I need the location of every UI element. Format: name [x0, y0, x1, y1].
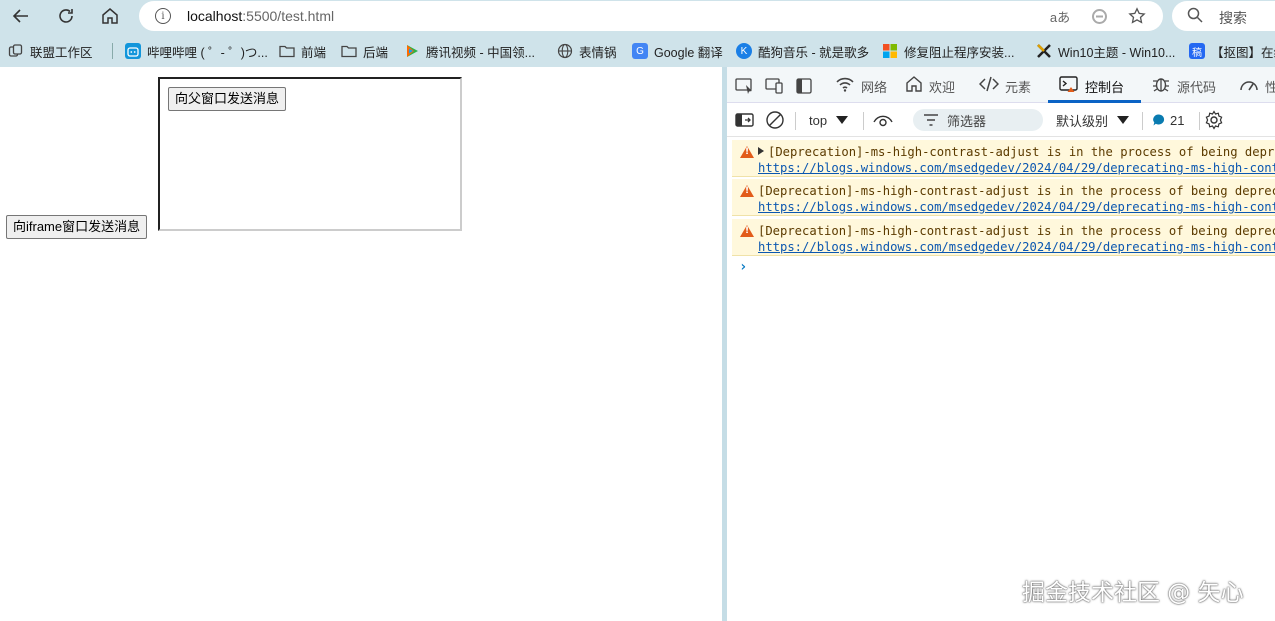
- warning-text: [Deprecation]-ms-high-contrast-adjust is…: [758, 224, 1275, 238]
- microsoft-icon: [882, 43, 898, 59]
- url-text[interactable]: localhost:5500/test.html: [187, 8, 334, 24]
- bookmark-folder-backend[interactable]: 后端: [341, 42, 388, 60]
- console-icon: [1059, 75, 1079, 97]
- console-output: [Deprecation]-ms-high-contrast-adjust is…: [727, 138, 1275, 621]
- dropdown-caret-icon: [836, 116, 849, 124]
- inspect-icon[interactable]: [735, 75, 755, 97]
- bookmark-bilibili[interactable]: 哔哩哔哩 ( ゜- ゜)つ...: [125, 42, 268, 60]
- warning-text: [Deprecation]-ms-high-contrast-adjust is…: [768, 145, 1275, 159]
- tab-network[interactable]: 网络: [835, 75, 887, 97]
- expand-arrow-icon[interactable]: [758, 147, 764, 155]
- bookmarks-divider: [112, 43, 113, 59]
- bookmark-win10-theme[interactable]: Win10主题 - Win10...: [1036, 42, 1175, 60]
- issue-bubble-icon: [1153, 114, 1165, 126]
- bilibili-icon: [125, 43, 141, 59]
- tab-elements[interactable]: 元素: [978, 75, 1031, 97]
- console-settings-gear-icon[interactable]: [1204, 110, 1224, 130]
- warning-icon: [740, 185, 754, 197]
- watermark: 掘金技术社区 @ 矢心: [1022, 580, 1244, 606]
- bookmarks-bar: 联盟工作区 哔哩哔哩 ( ゜- ゜)つ... 前端 后端 腾讯视频 - 中国领.…: [0, 33, 1275, 67]
- bookmark-tencent-video[interactable]: 腾讯视频 - 中国领...: [404, 42, 535, 60]
- toolbar-divider: [795, 112, 796, 130]
- bookmark-kugou[interactable]: K 酷狗音乐 - 就是歌多: [736, 42, 869, 60]
- bookmark-biaoqingguo[interactable]: 表情锅: [557, 42, 617, 60]
- bookmark-koutu[interactable]: 稿【抠图】在线: [1189, 42, 1275, 60]
- performance-icon: [1239, 76, 1259, 96]
- tab-sources[interactable]: 源代码: [1151, 75, 1216, 97]
- address-bar[interactable]: i localhost:5500/test.html aあ: [139, 1, 1163, 31]
- search-placeholder: 搜索: [1219, 10, 1247, 26]
- log-level-dropdown[interactable]: 默认级别: [1056, 110, 1130, 130]
- warning-link[interactable]: https://blogs.windows.com/msedgedev/2024…: [758, 200, 1275, 214]
- clear-console-icon[interactable]: [765, 110, 785, 130]
- send-to-parent-button[interactable]: 向父窗口发送消息: [168, 87, 287, 111]
- favorite-star-icon[interactable]: [1127, 6, 1147, 26]
- console-warning-message[interactable]: [Deprecation]-ms-high-contrast-adjust is…: [732, 179, 1275, 216]
- bookmark-workspaces[interactable]: 联盟工作区: [8, 42, 93, 60]
- bookmark-folder-frontend[interactable]: 前端: [279, 42, 326, 60]
- home-icon[interactable]: [97, 3, 123, 29]
- google-translate-icon: G: [632, 43, 648, 59]
- warning-icon: [740, 225, 754, 237]
- koutu-icon: 稿: [1189, 43, 1205, 59]
- send-to-iframe-button[interactable]: 向iframe窗口发送消息: [6, 215, 148, 239]
- devtools-tab-bar: 网络 欢迎 元素 控制台 源代码 性: [727, 67, 1275, 103]
- active-tab-indicator: [1048, 100, 1141, 103]
- issues-counter[interactable]: 21: [1152, 110, 1184, 130]
- toolbar-divider: [863, 112, 864, 130]
- win10-theme-icon: [1036, 43, 1052, 59]
- sidebar-toggle-icon[interactable]: [735, 110, 755, 130]
- tab-performance[interactable]: 性: [1239, 75, 1275, 97]
- home-icon: [905, 75, 923, 97]
- page-content: 向iframe窗口发送消息 向父窗口发送消息: [0, 67, 722, 621]
- folder-icon: [279, 43, 295, 59]
- back-icon[interactable]: [8, 3, 34, 29]
- site-info-icon[interactable]: i: [155, 8, 171, 24]
- warning-icon: [740, 146, 754, 158]
- console-warning-message[interactable]: [Deprecation]-ms-high-contrast-adjust is…: [732, 140, 1275, 177]
- tab-welcome[interactable]: 欢迎: [905, 75, 955, 97]
- browser-toolbar: i localhost:5500/test.html aあ 搜索: [0, 0, 1275, 33]
- read-aloud-icon[interactable]: aあ: [1047, 6, 1073, 26]
- device-emulation-icon[interactable]: [765, 75, 785, 97]
- dock-icon[interactable]: [795, 75, 813, 97]
- search-box[interactable]: 搜索: [1172, 1, 1275, 31]
- filter-icon: [924, 114, 938, 126]
- embedded-iframe: 向父窗口发送消息: [158, 77, 462, 231]
- live-expression-eye-icon[interactable]: [873, 110, 893, 130]
- console-toolbar: top 筛选器 默认级别 21: [727, 104, 1275, 137]
- console-prompt[interactable]: ›: [739, 259, 747, 275]
- workspaces-icon: [8, 43, 24, 59]
- warning-text: [Deprecation]-ms-high-contrast-adjust is…: [758, 184, 1275, 198]
- console-filter-input[interactable]: 筛选器: [913, 109, 1043, 131]
- globe-icon: [557, 43, 573, 59]
- toolbar-divider: [1199, 112, 1200, 130]
- refresh-icon[interactable]: [53, 3, 79, 29]
- tencent-video-icon: [404, 43, 420, 59]
- warning-link[interactable]: https://blogs.windows.com/msedgedev/2024…: [758, 240, 1275, 254]
- folder-icon: [341, 43, 357, 59]
- code-icon: [978, 76, 1000, 96]
- dropdown-caret-icon: [1117, 116, 1130, 124]
- toolbar-divider: [1142, 112, 1143, 130]
- kugou-icon: K: [736, 43, 752, 59]
- warning-link[interactable]: https://blogs.windows.com/msedgedev/2024…: [758, 161, 1275, 175]
- bookmark-microsoft-fix[interactable]: 修复阻止程序安装...: [882, 42, 1014, 60]
- console-warning-message[interactable]: [Deprecation]-ms-high-contrast-adjust is…: [732, 219, 1275, 256]
- search-icon: [1187, 7, 1203, 27]
- sync-icon[interactable]: [1089, 6, 1109, 26]
- wifi-icon: [835, 76, 855, 96]
- devtools-panel: 网络 欢迎 元素 控制台 源代码 性 top 筛选器 默认级别 21 ! [De…: [727, 67, 1275, 621]
- context-selector[interactable]: top: [809, 110, 849, 130]
- tab-console[interactable]: 控制台: [1059, 75, 1124, 97]
- bookmark-google-translate[interactable]: G Google 翻译: [632, 42, 723, 60]
- bug-icon: [1151, 75, 1171, 97]
